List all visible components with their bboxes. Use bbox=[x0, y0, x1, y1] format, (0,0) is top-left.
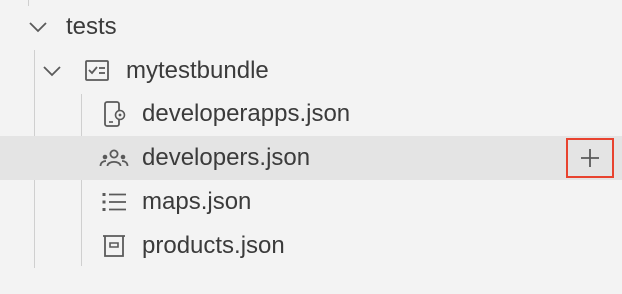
chevron-down-icon[interactable] bbox=[26, 15, 50, 39]
test-bundle-icon bbox=[84, 58, 110, 84]
chevron-down-icon[interactable] bbox=[40, 59, 64, 83]
archive-box-icon bbox=[101, 233, 127, 259]
file-label: products.json bbox=[142, 232, 285, 259]
tree-item-tests[interactable]: tests bbox=[0, 5, 622, 49]
tree-item-developers[interactable]: developers.json bbox=[0, 136, 622, 180]
file-label: developerapps.json bbox=[142, 100, 351, 127]
bundle-label: mytestbundle bbox=[126, 57, 269, 84]
people-icon bbox=[99, 145, 129, 171]
plus-icon bbox=[581, 149, 599, 167]
file-label: developers.json bbox=[142, 144, 311, 171]
device-gear-icon bbox=[101, 101, 127, 127]
tree-item-developerapps[interactable]: developerapps.json bbox=[0, 92, 622, 136]
file-label: maps.json bbox=[142, 188, 252, 215]
tree-item-maps[interactable]: maps.json bbox=[0, 180, 622, 224]
add-button[interactable] bbox=[566, 138, 614, 178]
explorer-tree: tests mytestbundle developerapps.json de… bbox=[0, 0, 622, 294]
folder-label: tests bbox=[66, 13, 117, 40]
tree-item-mytestbundle[interactable]: mytestbundle bbox=[0, 49, 622, 93]
tree-item-products[interactable]: products.json bbox=[0, 224, 622, 268]
list-icon bbox=[101, 189, 127, 215]
